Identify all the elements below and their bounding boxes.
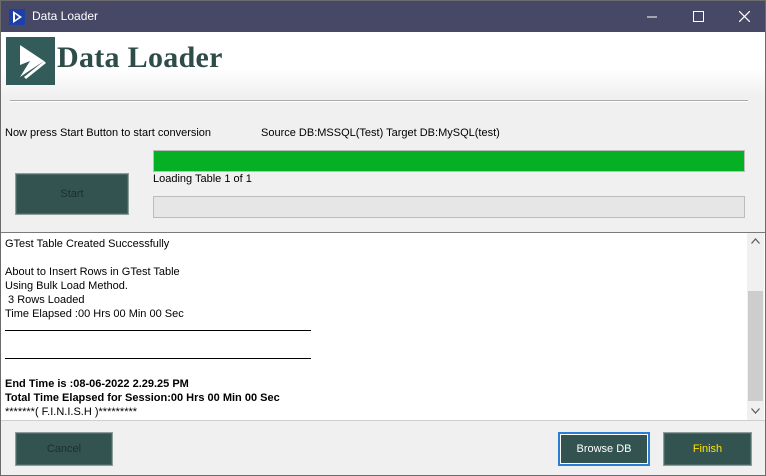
table-progress-bar <box>153 196 745 218</box>
log-separator <box>5 349 745 363</box>
status-message: Now press Start Button to start conversi… <box>5 127 212 139</box>
header-divider <box>10 100 748 102</box>
scroll-down-button[interactable] <box>747 403 764 420</box>
chevron-down-icon <box>751 408 760 414</box>
app-logo-title: Data Loader <box>57 41 223 74</box>
data-loader-window: Data Loader Data Loader Now press Start … <box>0 0 766 476</box>
chevron-up-icon <box>751 238 760 244</box>
log-output[interactable]: GTest Table Created Successfully About to… <box>1 232 765 421</box>
log-line: Time Elapsed :00 Hrs 00 Min 00 Sec <box>5 308 184 320</box>
scrollbar-thumb[interactable] <box>748 291 763 401</box>
scroll-up-button[interactable] <box>747 233 764 250</box>
maximize-icon <box>693 11 704 22</box>
minimize-icon <box>647 16 657 18</box>
log-line: 3 Rows Loaded <box>5 294 85 306</box>
minimize-button[interactable] <box>629 1 675 32</box>
header-banner: Data Loader <box>1 32 765 98</box>
maximize-button[interactable] <box>675 1 721 32</box>
log-lines: GTest Table Created Successfully About to… <box>5 237 745 419</box>
log-scrollbar[interactable] <box>747 233 764 420</box>
log-separator <box>5 321 745 335</box>
finish-button[interactable]: Finish <box>663 432 752 466</box>
play-triangle-icon <box>9 9 25 25</box>
loading-table-label: Loading Table 1 of 1 <box>153 173 252 185</box>
log-line: End Time is :08-06-2022 2.29.25 PM <box>5 378 189 390</box>
start-button[interactable]: Start <box>15 173 129 215</box>
log-line: GTest Table Created Successfully <box>5 238 170 250</box>
log-line: About to Insert Rows in GTest Table <box>5 266 180 278</box>
overall-progress-fill <box>154 151 744 171</box>
data-loader-logo-icon <box>6 37 55 85</box>
window-title: Data Loader <box>32 9 99 23</box>
title-bar[interactable]: Data Loader <box>1 1 765 32</box>
overall-progress-bar <box>153 150 745 172</box>
close-icon <box>739 11 750 22</box>
db-info-label: Source DB:MSSQL(Test) Target DB:MySQL(te… <box>261 127 500 139</box>
cancel-button[interactable]: Cancel <box>15 432 113 466</box>
log-line: Using Bulk Load Method. <box>5 280 128 292</box>
log-line: Total Time Elapsed for Session:00 Hrs 00… <box>5 392 280 404</box>
browse-db-button[interactable]: Browse DB <box>558 432 650 466</box>
log-line: *******( F.I.N.I.S.H )********* <box>5 406 138 418</box>
close-button[interactable] <box>721 1 766 32</box>
